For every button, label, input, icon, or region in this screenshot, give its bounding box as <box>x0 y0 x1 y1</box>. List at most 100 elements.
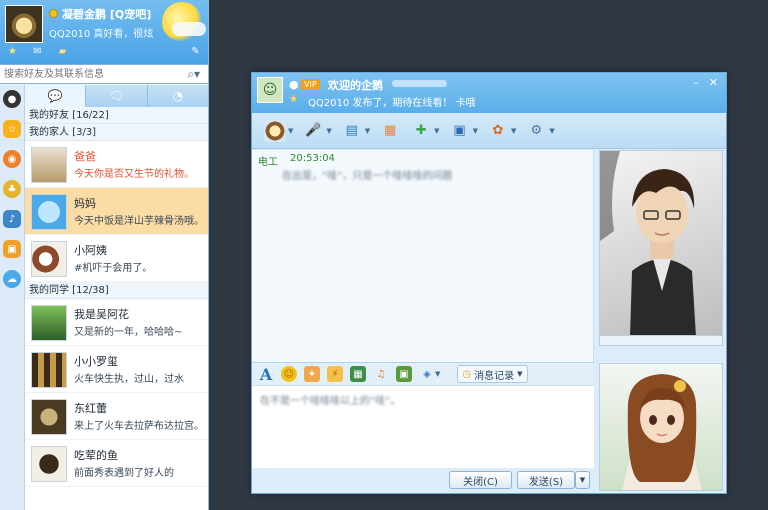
contact-signature: 前面秀表遇到了好人的 <box>74 468 174 479</box>
group-chat-icon: 🗨 <box>108 89 125 103</box>
chat-window: ☺ ● VIP 欢迎的企鹅 ★ QQ2010 发布了，期待在线看！ 卡哦 – ✕… <box>251 72 727 494</box>
header-shortcuts: ★ ✉ ▰ <box>6 45 69 57</box>
input-toolbar: A ☺ ✦ ⚡ ▦ ♫ ▣ ◈ ▼ ◷ 消息记录 ▼ <box>252 362 594 386</box>
list-item[interactable]: 小小罗玺 火车快生执，过山，过水 <box>25 346 208 393</box>
chevron-down-icon[interactable]: ▼ <box>365 127 370 135</box>
message-history[interactable]: 电工 20:53:04 在出是，“哇”，只是一个哇哇哇的问题 <box>252 150 594 362</box>
contact-name: 小小罗玺 <box>74 355 118 368</box>
peer-avatar[interactable]: ☺ <box>257 77 283 103</box>
contact-signature: 来上了火车去拉萨布达拉宫。 <box>74 421 204 432</box>
contact-signature: 今天你是否又生节的礼物。 <box>74 169 194 180</box>
avatar <box>31 352 67 388</box>
send-options-button[interactable]: ▼ <box>575 471 590 489</box>
list-item[interactable]: 吃荤的鱼 前面秀表遇到了好人的 <box>25 440 208 487</box>
chevron-down-icon[interactable]: ▼ <box>435 370 440 378</box>
remote-assist-icon[interactable]: ▦ <box>379 120 401 142</box>
apps-icon[interactable]: ▣ <box>449 120 471 142</box>
weather-app-icon[interactable]: ☁ <box>3 270 21 288</box>
peer-show-image <box>599 150 723 336</box>
pet-icon[interactable]: ◉ <box>3 150 21 168</box>
avatar <box>31 446 67 482</box>
history-icon: ◷ <box>462 368 472 380</box>
search-bar: ⌕▾ <box>0 64 208 84</box>
chat-bubble-icon: 💬 <box>47 89 63 103</box>
mall-icon[interactable]: ▣ <box>3 240 21 258</box>
chevron-down-icon[interactable]: ▼ <box>473 127 478 135</box>
image-icon[interactable]: ▣ <box>396 366 412 382</box>
avatar <box>31 194 67 230</box>
group-header[interactable]: 我的同学 [12/38] <box>25 282 208 299</box>
create-group-icon[interactable]: ✚ <box>410 120 432 142</box>
skin-icon[interactable]: ✎ <box>189 45 202 57</box>
more-tools-icon[interactable]: ◈ <box>419 366 435 382</box>
contact-name: 爸爸 <box>74 150 96 163</box>
send-file-icon[interactable]: ▤ <box>341 120 363 142</box>
group-header[interactable]: 我的家人 [3/3] <box>25 124 208 141</box>
send-button[interactable]: 发送(S) <box>517 471 575 489</box>
peer-character-illustration <box>600 151 696 335</box>
shake-window-icon[interactable]: ⚡ <box>327 366 343 382</box>
game-icon[interactable]: ♣ <box>3 180 21 198</box>
music-icon[interactable]: ♪ <box>3 210 21 228</box>
star-icon: ★ <box>289 94 298 105</box>
chat-titlebar[interactable]: ☺ ● VIP 欢迎的企鹅 ★ QQ2010 发布了，期待在线看！ 卡哦 – ✕ <box>252 73 726 113</box>
qzone-icon[interactable]: ☆ <box>3 120 21 138</box>
tab-contacts[interactable]: 💬 <box>25 85 87 107</box>
chevron-down-icon[interactable]: ▼ <box>434 127 439 135</box>
emoticon-icon[interactable]: ☺ <box>281 366 297 382</box>
close-icon[interactable]: ✕ <box>709 76 718 89</box>
list-item[interactable]: 我是吴阿花 又是新的一年，哈哈哈~ <box>25 299 208 346</box>
tab-recent[interactable]: ◔ <box>148 85 208 107</box>
magic-emoticon-icon[interactable]: ✦ <box>304 366 320 382</box>
avatar <box>31 147 67 183</box>
search-input[interactable] <box>0 65 180 83</box>
peer-signature: QQ2010 发布了，期待在线看！ 卡哦 <box>308 98 476 109</box>
chevron-down-icon[interactable]: ▼ <box>511 127 516 135</box>
self-avatar[interactable] <box>5 5 43 43</box>
close-button[interactable]: 关闭(C) <box>449 471 512 489</box>
contact-name: 我是吴阿花 <box>74 308 129 321</box>
avatar <box>31 241 67 277</box>
contact-name: 妈妈 <box>74 197 96 210</box>
avatar <box>31 399 67 435</box>
app-sidebar: ● ☆ ◉ ♣ ♪ ▣ ☁ <box>0 85 25 510</box>
message-sender: 电工 <box>258 157 278 168</box>
favorite-star-icon[interactable]: ★ <box>6 45 19 57</box>
font-icon[interactable]: A <box>258 365 274 384</box>
group-header[interactable]: 我的好友 [16/22] <box>25 107 208 124</box>
list-item[interactable]: 爸爸 今天你是否又生节的礼物。 <box>25 141 208 188</box>
history-label: 消息记录 <box>474 370 515 382</box>
penguin-icon[interactable]: ● <box>3 90 21 108</box>
message-history-button[interactable]: ◷ 消息记录 ▼ <box>457 365 528 383</box>
tab-groups[interactable]: 🗨 <box>86 85 148 107</box>
chat-toolbar: ▼ 🎤 ▼ ▤ ▼ ▦ ✚ ▼ ▣ ▼ ✿ ▼ ⚙ ▼ <box>252 113 726 149</box>
self-name[interactable]: 凝碧金鹏 [Q宠吧] <box>62 6 151 22</box>
mail-icon[interactable]: ✉ <box>31 45 44 57</box>
contact-signature: #机吓于会用了。 <box>74 263 153 274</box>
message-input[interactable]: 在不是一个哇哇哇以上的“哇”。 <box>252 386 594 468</box>
folder-icon[interactable]: ▰ <box>56 45 69 57</box>
search-icon[interactable]: ⌕▾ <box>187 67 200 82</box>
peer-name[interactable]: 欢迎的企鹅 <box>328 77 383 93</box>
list-item[interactable]: 小阿姨 #机吓于会用了。 <box>25 235 208 282</box>
chevron-down-icon[interactable]: ▼ <box>288 127 293 135</box>
status-online-icon[interactable] <box>49 9 58 18</box>
settings-icon[interactable]: ⚙ <box>525 120 547 142</box>
chevron-down-icon: ▼ <box>517 370 523 378</box>
chevron-down-icon[interactable]: ▼ <box>326 127 331 135</box>
minimize-icon[interactable]: – <box>693 76 699 89</box>
list-item[interactable]: 东红蕾 来上了火车去拉萨布达拉宫。 <box>25 393 208 440</box>
chevron-down-icon[interactable]: ▼ <box>549 127 554 135</box>
message-text: 在出是，“哇”，只是一个哇哇哇的问题 <box>282 171 453 182</box>
window-controls: – ✕ <box>693 76 718 89</box>
self-character-illustration <box>622 374 702 490</box>
self-signature[interactable]: QQ2010 真好看，很炫 <box>49 25 153 40</box>
weather-cloud-icon <box>172 22 206 36</box>
voice-call-icon[interactable]: 🎤 <box>302 120 324 142</box>
screenshot-icon[interactable]: ▦ <box>350 366 366 382</box>
video-call-icon[interactable] <box>264 119 286 142</box>
list-item[interactable]: 妈妈 今天中饭是洋山芋辣骨汤哦。 <box>25 188 208 235</box>
chevron-down-icon: ▼ <box>579 476 586 484</box>
music-share-icon[interactable]: ♫ <box>373 366 389 382</box>
games-icon[interactable]: ✿ <box>487 120 509 142</box>
